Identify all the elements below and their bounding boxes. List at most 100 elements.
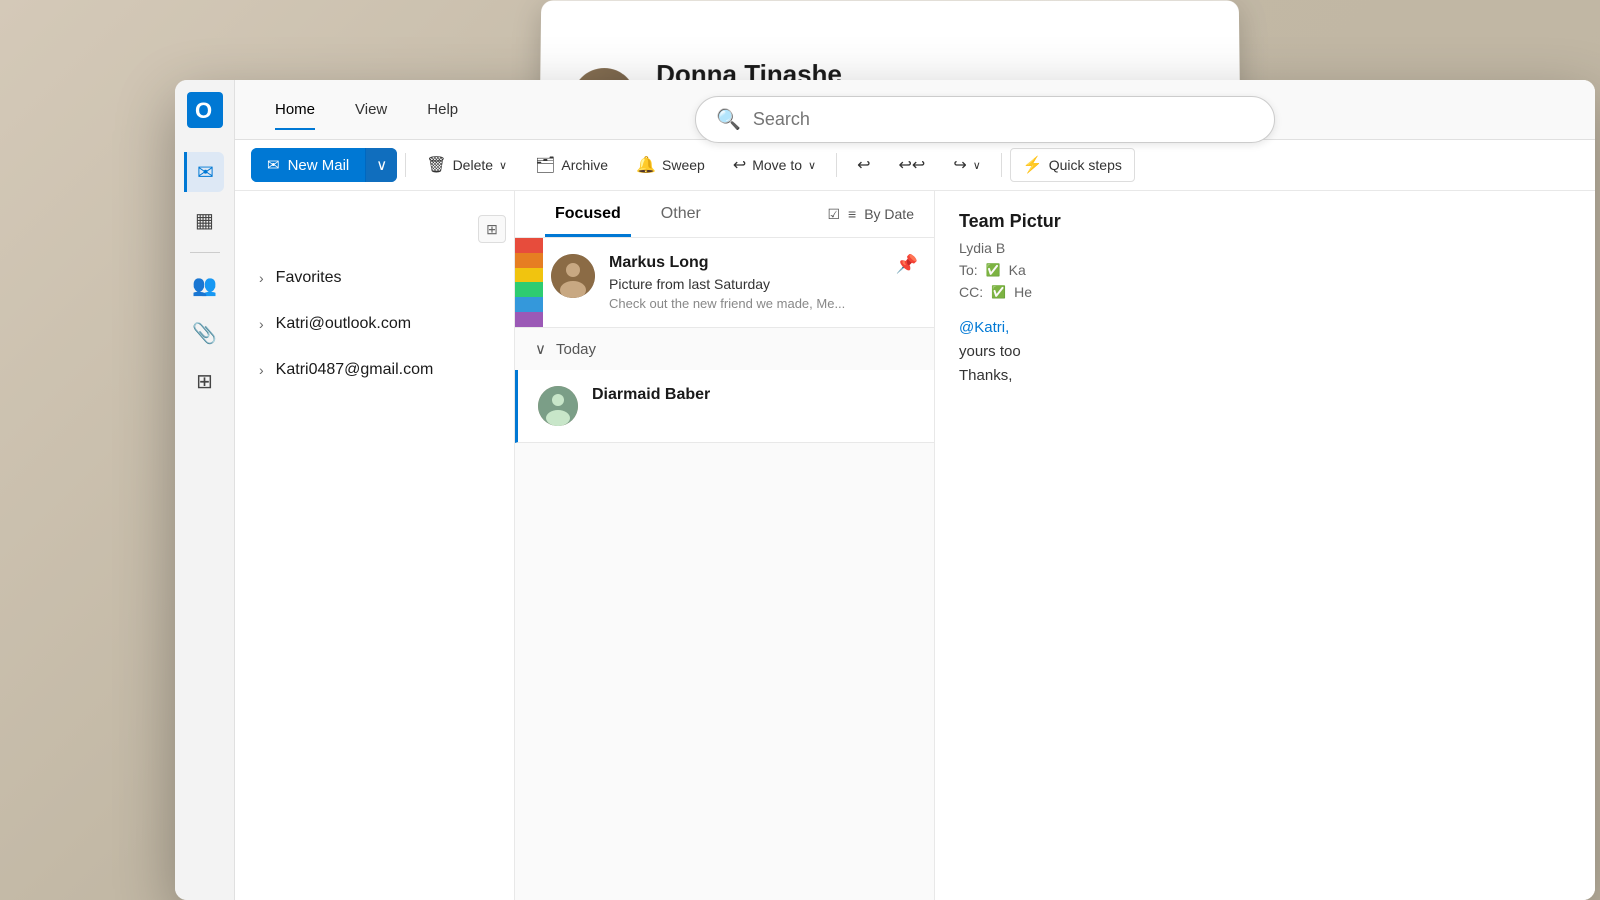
nav-people-icon[interactable]: 👥 — [185, 265, 225, 305]
body-greeting: @Katri, — [959, 316, 1571, 340]
search-icon: 🔍 — [716, 107, 741, 132]
forward-button[interactable]: ↪ ∨ — [941, 149, 992, 181]
archive-icon: 🗂 — [535, 155, 555, 175]
diarmaid-mail-content: Diarmaid Baber — [592, 386, 914, 426]
katri-gmail-label: Katri0487@gmail.com — [276, 361, 434, 379]
to-value: Ka — [1009, 262, 1026, 278]
archive-label: Archive — [561, 157, 608, 173]
checkbox-icon: ☑ — [827, 206, 840, 223]
chevron-right-icon-2: › — [259, 316, 264, 332]
compose-icon: ✉ — [267, 156, 280, 174]
sort-label: By Date — [864, 206, 914, 222]
body-thanks: Thanks, — [959, 364, 1571, 388]
forward-dropdown-icon: ∨ — [973, 159, 981, 172]
outlook-window: O ✉ ▦ 👥 📎 ⊞ Home View Hel — [175, 80, 1595, 900]
mail-filter[interactable]: ☑ ≡ By Date — [827, 206, 914, 223]
forward-icon: ↪ — [953, 155, 966, 175]
diarmaid-sender: Diarmaid Baber — [592, 386, 914, 404]
tab-home[interactable]: Home — [255, 89, 335, 130]
tab-view[interactable]: View — [335, 89, 407, 130]
new-mail-button[interactable]: ✉ New Mail ∨ — [251, 148, 397, 182]
delete-dropdown-icon: ∨ — [499, 159, 507, 172]
delete-button[interactable]: 🗑 Delete ∨ — [414, 149, 519, 181]
nav-mail-icon[interactable]: ✉ — [184, 152, 224, 192]
mail-item-markus[interactable]: Markus Long Picture from last Saturday C… — [515, 238, 934, 328]
color-strip-blue — [515, 297, 543, 312]
mail-list-panel: Focused Other ☑ ≡ By Date — [515, 191, 935, 900]
svg-text:O: O — [195, 98, 212, 123]
search-input[interactable] — [753, 109, 1254, 130]
chevron-down-icon: ∨ — [376, 156, 387, 174]
markus-sender: Markus Long — [609, 254, 882, 272]
delete-icon: 🗑 — [426, 155, 446, 175]
nav-apps-icon[interactable]: ⊞ — [185, 361, 225, 401]
katri-outlook-label: Katri@outlook.com — [276, 315, 411, 333]
new-mail-dropdown-arrow[interactable]: ∨ — [365, 148, 397, 182]
lightning-icon: ⚡ — [1023, 155, 1043, 175]
icon-rail: O ✉ ▦ 👥 📎 ⊞ — [175, 80, 235, 900]
chevron-right-icon-3: › — [259, 362, 264, 378]
outlook-logo: O — [187, 92, 223, 128]
folder-katri-gmail[interactable]: › Katri0487@gmail.com — [235, 347, 514, 393]
body-text: yours too — [959, 340, 1571, 364]
reading-cc: CC: ✅ He — [959, 284, 1571, 300]
archive-button[interactable]: 🗂 Archive — [523, 149, 620, 181]
to-verified-icon: ✅ — [986, 263, 1001, 277]
nav-notes-icon[interactable]: 📎 — [185, 313, 225, 353]
color-strip-green — [515, 282, 543, 297]
new-mail-label: New Mail — [288, 157, 350, 174]
mail-tabs: Focused Other ☑ ≡ By Date — [515, 191, 934, 238]
mention-katri: @Katri, — [959, 319, 1009, 336]
toolbar-separator-1 — [405, 153, 406, 177]
reply-all-button[interactable]: ↩↩ — [887, 149, 938, 181]
reply-button[interactable]: ↩ — [845, 149, 882, 181]
color-strips — [515, 238, 543, 327]
tab-focused[interactable]: Focused — [535, 191, 641, 237]
pin-icon: 📌 — [896, 254, 918, 275]
sweep-button[interactable]: 🔔 Sweep — [624, 149, 717, 181]
favorites-label: Favorites — [276, 269, 342, 287]
move-to-label: Move to — [752, 157, 802, 173]
markus-avatar — [551, 254, 595, 298]
tab-help[interactable]: Help — [407, 89, 478, 130]
main-content: Home View Help 🔍 ✉ New Mail — [235, 80, 1595, 900]
reading-to: To: ✅ Ka — [959, 262, 1571, 278]
today-section-header[interactable]: ∨ Today — [515, 328, 934, 370]
color-strip-yellow — [515, 268, 543, 283]
filter-icon: ≡ — [848, 206, 856, 222]
toolbar-separator-3 — [1001, 153, 1002, 177]
markus-avatar-image — [551, 254, 595, 298]
panel-collapse-icon: ⊞ — [486, 221, 498, 238]
chevron-right-icon: › — [259, 270, 264, 286]
move-dropdown-icon: ∨ — [808, 159, 816, 172]
folder-favorites[interactable]: › Favorites — [235, 255, 514, 301]
nav-calendar-icon[interactable]: ▦ — [185, 200, 225, 240]
reading-from-lydia: Lydia B — [959, 240, 1571, 256]
cc-label: CC: — [959, 284, 983, 300]
new-mail-button-main: ✉ New Mail — [251, 148, 365, 182]
move-to-button[interactable]: ↩ Move to ∨ — [721, 149, 828, 181]
markus-preview: Check out the new friend we made, Me... — [609, 296, 882, 311]
sweep-icon: 🔔 — [636, 155, 656, 175]
tab-other[interactable]: Other — [641, 191, 721, 237]
mail-item-markus-inner: Markus Long Picture from last Saturday C… — [543, 238, 934, 327]
color-strip-purple — [515, 312, 543, 327]
delete-label: Delete — [453, 157, 493, 173]
ribbon-tabs: Home View Help — [255, 89, 478, 130]
color-strip-orange — [515, 253, 543, 268]
markus-subject: Picture from last Saturday — [609, 276, 882, 292]
markus-mail-content: Markus Long Picture from last Saturday C… — [609, 254, 882, 311]
cc-verified-icon: ✅ — [991, 285, 1006, 299]
quick-steps-label: Quick steps — [1049, 157, 1122, 173]
color-strip-red — [515, 238, 543, 253]
toolbar-separator-2 — [836, 153, 837, 177]
reply-all-icon: ↩↩ — [899, 155, 926, 175]
today-label: Today — [556, 341, 596, 358]
folder-katri-outlook[interactable]: › Katri@outlook.com — [235, 301, 514, 347]
mail-item-diarmaid[interactable]: Diarmaid Baber — [515, 370, 934, 443]
collapse-panel-button[interactable]: ⊞ — [478, 215, 506, 243]
to-label: To: — [959, 262, 978, 278]
from-name: Lydia B — [959, 240, 1005, 256]
quick-steps-button[interactable]: ⚡ Quick steps — [1010, 148, 1135, 182]
search-container: 🔍 — [695, 96, 1275, 143]
